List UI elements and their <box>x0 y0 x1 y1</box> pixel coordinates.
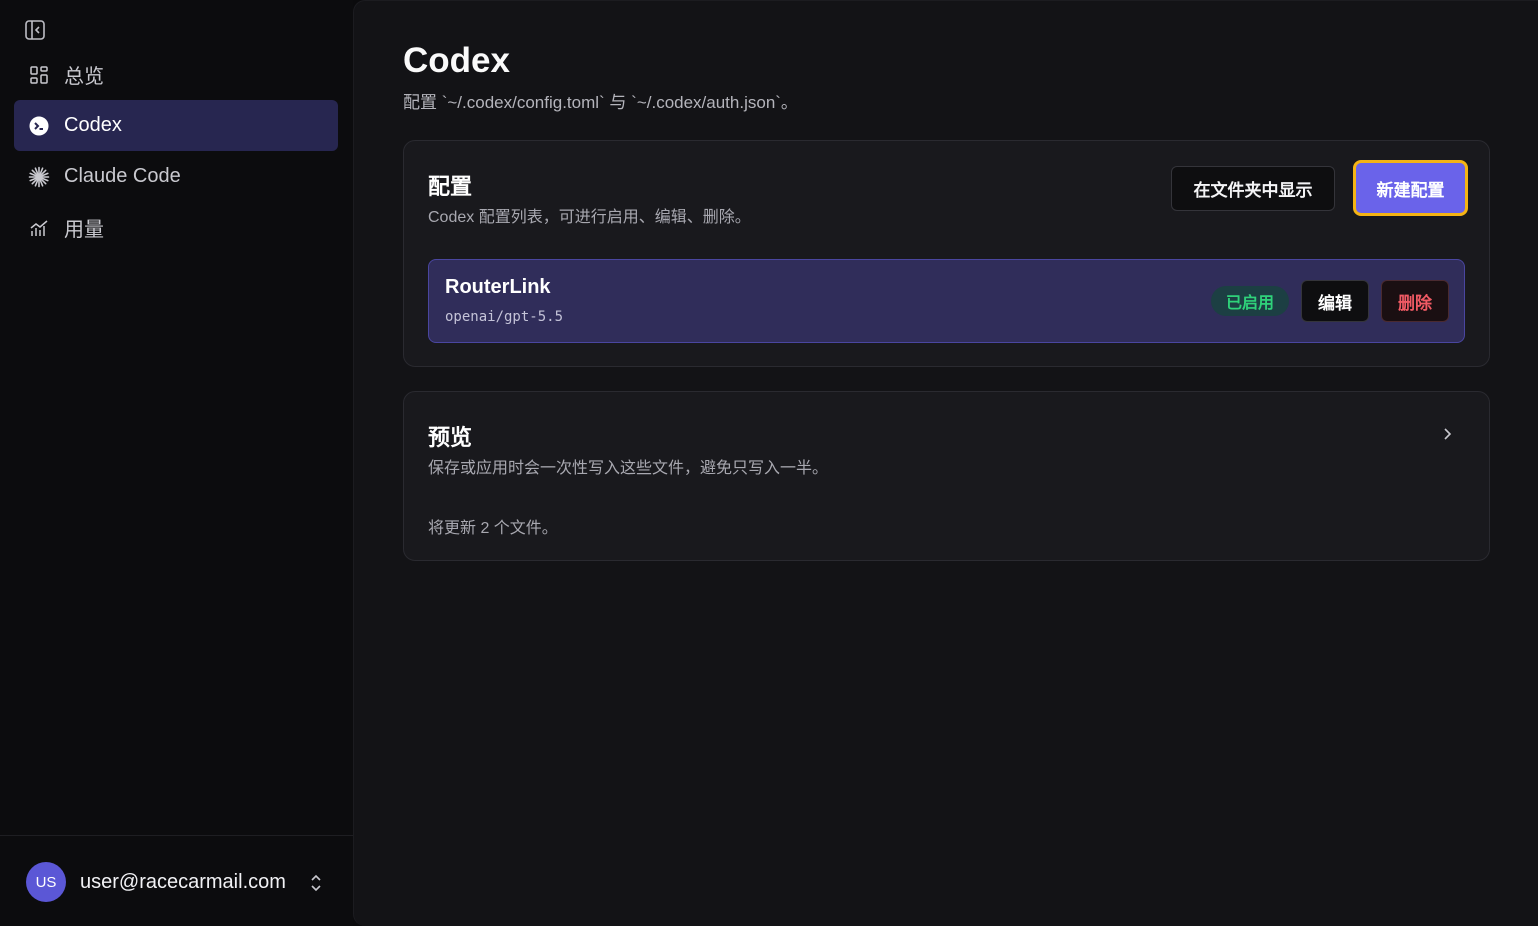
page-subtitle: 配置 `~/.codex/config.toml` 与 `~/.codex/au… <box>403 93 798 112</box>
show-in-folder-button[interactable]: 在文件夹中显示 <box>1171 166 1335 211</box>
preview-card-description: 保存或应用时会一次性写入这些文件，避免只写入一半。 <box>428 460 829 477</box>
sidebar-item-usage[interactable]: 用量 <box>14 202 338 253</box>
profile-name: RouterLink <box>445 276 551 298</box>
preview-note: 将更新 2 个文件。 <box>428 520 558 537</box>
sidebar-footer: US user@racecarmail.com <box>0 835 353 926</box>
chart-icon <box>28 217 50 239</box>
sidebar-toggle-button[interactable] <box>22 18 48 42</box>
delete-button[interactable]: 删除 <box>1381 280 1449 322</box>
sidebar-item-claude-code[interactable]: Claude Code <box>14 151 338 202</box>
claude-asterisk-icon <box>28 166 50 188</box>
sidebar-item-label: 总览 <box>64 66 104 88</box>
status-badge: 已启用 <box>1211 286 1289 316</box>
account-email: user@racecarmail.com <box>80 870 286 893</box>
codex-icon <box>28 115 50 137</box>
grid-icon <box>28 64 50 86</box>
page-title: Codex <box>403 41 510 80</box>
sidebar-collapse-icon <box>25 20 45 40</box>
sidebar-item-label: 用量 <box>64 219 104 241</box>
config-card-description: Codex 配置列表，可进行启用、编辑、删除。 <box>428 209 751 226</box>
sidebar-item-overview[interactable]: 总览 <box>14 49 338 100</box>
config-profile-row[interactable]: RouterLink openai/gpt-5.5 已启用 编辑 删除 <box>428 259 1465 343</box>
chevron-right-icon[interactable] <box>1439 425 1455 443</box>
sidebar-nav: 总览 Codex Claude Code 用量 <box>14 49 338 253</box>
edit-button[interactable]: 编辑 <box>1301 280 1369 322</box>
main-content: Codex 配置 `~/.codex/config.toml` 与 `~/.co… <box>353 0 1538 926</box>
sidebar: 总览 Codex Claude Code 用量 US user@racecarm… <box>0 0 353 926</box>
sidebar-item-codex[interactable]: Codex <box>14 100 338 151</box>
preview-card: 预览 保存或应用时会一次性写入这些文件，避免只写入一半。 将更新 2 个文件。 <box>403 391 1490 561</box>
chevron-up-down-icon <box>311 874 321 892</box>
avatar: US <box>26 862 66 902</box>
preview-card-title: 预览 <box>428 425 473 450</box>
profile-model: openai/gpt-5.5 <box>445 309 564 325</box>
config-card: 配置 Codex 配置列表，可进行启用、编辑、删除。 在文件夹中显示 新建配置 … <box>403 140 1490 367</box>
sidebar-item-label: Claude Code <box>64 165 181 187</box>
sidebar-item-label: Codex <box>64 114 122 136</box>
config-card-title: 配置 <box>428 174 473 199</box>
account-menu-button[interactable]: US user@racecarmail.com <box>14 856 338 908</box>
new-config-button[interactable]: 新建配置 <box>1353 160 1468 216</box>
